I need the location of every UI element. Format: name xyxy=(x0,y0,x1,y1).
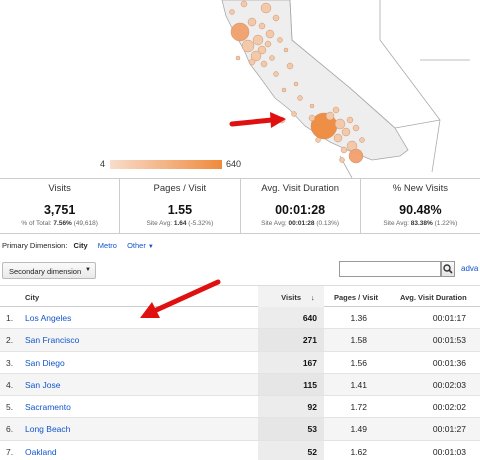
avg-duration-cell: 00:01:27 xyxy=(432,424,466,435)
advanced-link[interactable]: adva xyxy=(461,264,478,273)
metric-label: % New Visits xyxy=(392,183,448,194)
column-header-avg-duration[interactable]: Avg. Visit Duration xyxy=(400,293,467,302)
metric-value: 3,751 xyxy=(43,203,76,217)
legend-min-label: 4 xyxy=(100,159,106,169)
avg-duration-cell: 00:02:03 xyxy=(432,379,466,390)
metric-sub: % of Total: 7.56% (49,618) xyxy=(21,220,98,227)
row-index: 2. xyxy=(6,335,14,346)
table-header: City Visits ↓ Pages / Visit Avg. Visit D… xyxy=(0,285,480,307)
metric-visits[interactable]: Visits 3,751 % of Total: 7.56% (49,618) xyxy=(0,179,121,233)
city-link[interactable]: Sacramento xyxy=(25,402,71,412)
pages-per-visit-cell: 1.58 xyxy=(350,335,367,346)
metric-sub: Site Avg: 83.38% (1.22%) xyxy=(383,220,458,227)
metric-pages-per-visit[interactable]: Pages / Visit 1.55 Site Avg: 1.64 (-5.32… xyxy=(120,179,241,233)
avg-duration-cell: 00:01:53 xyxy=(432,335,466,346)
pages-per-visit-cell: 1.41 xyxy=(350,379,367,390)
metric-sub: Site Avg: 00:01:28 (0.13%) xyxy=(261,220,340,227)
table-row: 4. San Jose 115 1.41 00:02:03 xyxy=(0,373,480,397)
pages-per-visit-cell: 1.49 xyxy=(350,424,367,435)
dimension-other[interactable]: Other ▼ xyxy=(127,241,154,250)
row-index: 6. xyxy=(6,424,14,435)
legend-max-label: 640 xyxy=(226,159,242,169)
data-table: City Visits ↓ Pages / Visit Avg. Visit D… xyxy=(0,285,480,460)
map-legend: 4 640 xyxy=(0,156,480,174)
pages-per-visit-cell: 1.62 xyxy=(350,446,367,457)
metric-summary: Visits 3,751 % of Total: 7.56% (49,618) … xyxy=(0,178,480,234)
pages-per-visit-cell: 1.72 xyxy=(350,402,367,413)
table-row: 6. Long Beach 53 1.49 00:01:27 xyxy=(0,418,480,441)
table-arrow xyxy=(140,279,221,318)
visits-cell: 92 xyxy=(307,402,317,413)
city-link[interactable]: Los Angeles xyxy=(25,313,71,323)
table-row: 1. Los Angeles 640 1.36 00:01:17 xyxy=(0,307,480,330)
city-link[interactable]: San Diego xyxy=(25,358,65,368)
avg-duration-cell: 00:02:02 xyxy=(432,402,466,413)
search-icon xyxy=(443,264,453,274)
row-index: 3. xyxy=(6,357,14,368)
visits-cell: 167 xyxy=(302,357,317,368)
primary-dimension-bar: Primary Dimension: City Metro Other ▼ xyxy=(2,241,154,250)
metric-label: Pages / Visit xyxy=(153,183,207,194)
city-link[interactable]: Long Beach xyxy=(25,424,70,434)
california-map[interactable] xyxy=(0,0,480,178)
visits-cell: 640 xyxy=(302,313,317,323)
visits-cell: 53 xyxy=(307,424,317,435)
avg-duration-cell: 00:01:36 xyxy=(432,357,466,368)
metric-new-visits[interactable]: % New Visits 90.48% Site Avg: 83.38% (1.… xyxy=(361,179,480,233)
city-link[interactable]: Oakland xyxy=(25,447,57,457)
visits-cell: 115 xyxy=(303,379,317,390)
avg-duration-cell: 00:01:17 xyxy=(432,313,466,323)
secondary-dimension-dropdown[interactable]: Secondary dimension ▼ xyxy=(2,262,96,279)
primary-dimension-label: Primary Dimension: xyxy=(2,241,68,250)
table-row: 7. Oakland 52 1.62 00:01:03 xyxy=(0,440,480,460)
table-row: 3. San Diego 167 1.56 00:01:36 xyxy=(0,351,480,374)
dimension-city[interactable]: City xyxy=(74,241,88,250)
table-body: 1. Los Angeles 640 1.36 00:01:17 2. San … xyxy=(0,307,480,460)
visits-cell: 52 xyxy=(307,446,317,457)
legend-gradient-bar xyxy=(110,160,222,169)
metric-value: 1.55 xyxy=(167,203,193,217)
pages-per-visit-cell: 1.56 xyxy=(350,357,367,368)
dimension-metro[interactable]: Metro xyxy=(98,241,117,250)
row-index: 7. xyxy=(6,446,14,457)
metric-label: Visits xyxy=(48,183,71,194)
city-link[interactable]: San Francisco xyxy=(25,335,79,345)
metric-avg-visit-duration[interactable]: Avg. Visit Duration 00:01:28 Site Avg: 0… xyxy=(241,179,361,233)
table-row: 5. Sacramento 92 1.72 00:02:02 xyxy=(0,396,480,419)
search-input[interactable] xyxy=(339,261,441,277)
metric-label: Avg. Visit Duration xyxy=(261,183,340,194)
chevron-down-icon: ▼ xyxy=(85,267,91,273)
search-button[interactable] xyxy=(441,261,455,277)
sort-down-icon[interactable]: ↓ xyxy=(311,293,315,302)
chevron-down-icon: ▼ xyxy=(147,244,154,250)
table-row: 2. San Francisco 271 1.58 00:01:53 xyxy=(0,329,480,352)
secondary-dimension-label: Secondary dimension xyxy=(9,267,82,276)
metric-value: 00:01:28 xyxy=(275,203,326,217)
pages-per-visit-cell: 1.36 xyxy=(350,313,367,323)
metric-value: 90.48% xyxy=(399,203,442,217)
row-index: 1. xyxy=(6,313,14,323)
row-index: 4. xyxy=(6,379,14,390)
city-link[interactable]: San Jose xyxy=(25,380,60,390)
metric-sub: Site Avg: 1.64 (-5.32%) xyxy=(146,220,214,227)
avg-duration-cell: 00:01:03 xyxy=(432,446,466,457)
row-index: 5. xyxy=(6,402,14,413)
column-header-city[interactable]: City xyxy=(25,293,39,302)
visits-cell: 271 xyxy=(302,335,317,346)
column-header-pages-per-visit[interactable]: Pages / Visit xyxy=(334,293,378,302)
column-header-visits[interactable]: Visits xyxy=(281,293,301,302)
